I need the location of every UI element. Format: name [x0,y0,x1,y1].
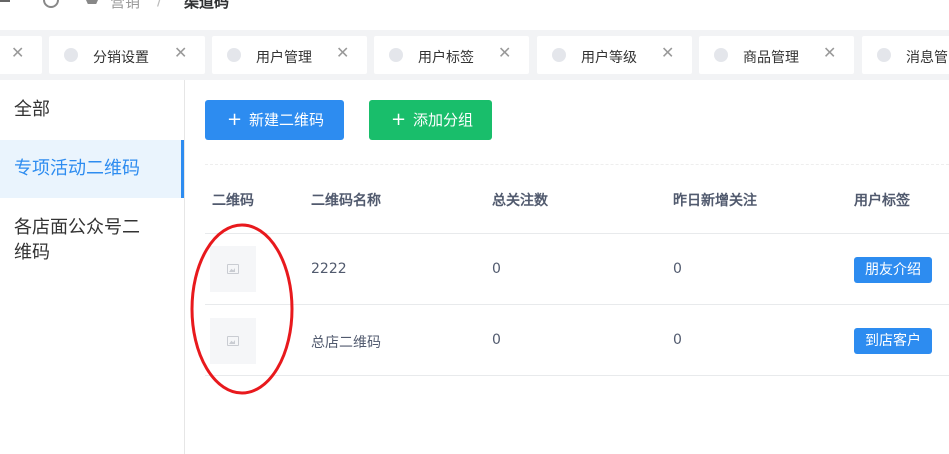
menu-toggle-icon[interactable] [0,0,10,5]
close-icon[interactable]: ✕ [336,43,349,62]
group-item-special-activity[interactable]: 专项活动二维码 [0,140,184,198]
column-header-tags: 用户标签 [854,193,910,209]
yesterday-follow-cell: 0 [673,332,682,348]
status-dot-icon [227,48,241,62]
status-dot-icon [714,48,728,62]
status-dot-icon [389,48,403,62]
row-divider [205,375,949,376]
qr-name-cell: 总店二维码 [311,335,381,351]
breadcrumb-separator: / [157,0,163,9]
status-dot-icon [877,48,891,62]
total-follow-cell: 0 [492,261,501,277]
plus-icon: + [391,109,407,130]
divider [205,164,949,165]
tag-tab-product-management[interactable]: 商品管理 ✕ [699,36,854,74]
tag-tab-messages[interactable]: 消息管 [862,36,949,74]
add-group-button[interactable]: + 添加分组 [369,100,492,140]
row-divider [205,233,949,234]
top-header: 营销 / 渠道码 [0,0,949,30]
column-header-name: 二维码名称 [311,193,381,209]
tag-label: 用户标签 [418,50,474,66]
tag-tab-user-levels[interactable]: 用户等级 ✕ [537,36,692,74]
tag-label: 商品管理 [743,50,799,66]
qr-name-cell: 2222 [311,261,347,277]
tag-label: 分销设置 [93,50,149,66]
close-icon[interactable]: ✕ [498,43,511,62]
button-label: 新建二维码 [249,111,325,129]
refresh-icon[interactable] [43,0,59,8]
breadcrumb-item-marketing[interactable]: 营销 [110,0,140,12]
column-header-total: 总关注数 [492,193,548,209]
qr-code-image[interactable] [210,318,256,364]
image-placeholder-icon [227,264,239,274]
tag-tab-user-tags[interactable]: 用户标签 ✕ [374,36,529,74]
new-qr-code-button[interactable]: + 新建二维码 [205,100,344,140]
breadcrumb-icon [86,0,98,4]
group-item-all[interactable]: 全部 [0,97,184,122]
tag-label: 用户等级 [581,50,637,66]
close-icon[interactable]: ✕ [823,43,836,62]
status-dot-icon [64,48,78,62]
group-item-store-accounts[interactable]: 各店面公众号二维码 [0,215,150,265]
column-header-qr: 二维码 [212,193,254,209]
total-follow-cell: 0 [492,332,501,348]
group-list: 全部 专项活动二维码 各店面公众号二维码 [0,80,185,454]
plus-icon: + [227,109,243,130]
close-icon[interactable]: ✕ [174,43,187,62]
user-tag-badge: 朋友介绍 [854,257,932,283]
tag-label: 用户管理 [256,50,312,66]
column-header-yesterday: 昨日新增关注 [673,193,757,209]
tag-tab-user-management[interactable]: 用户管理 ✕ [212,36,367,74]
tag-tab-distribution[interactable]: 分销设置 ✕ [49,36,205,74]
close-icon[interactable]: ✕ [661,43,674,62]
qr-code-image[interactable] [210,246,256,292]
breadcrumb-item-current: 渠道码 [184,0,230,11]
button-label: 添加分组 [413,111,474,129]
row-divider [205,304,949,305]
close-icon[interactable]: ✕ [11,43,24,62]
tags-bar: ✕ 分销设置 ✕ 用户管理 ✕ 用户标签 ✕ 用户等级 ✕ 商品管理 ✕ 消息管 [0,30,949,80]
tag-tab[interactable]: ✕ [0,36,42,74]
yesterday-follow-cell: 0 [673,261,682,277]
tag-label: 消息管 [906,50,948,66]
image-placeholder-icon [227,336,239,346]
status-dot-icon [552,48,566,62]
user-tag-badge: 到店客户 [854,328,932,354]
